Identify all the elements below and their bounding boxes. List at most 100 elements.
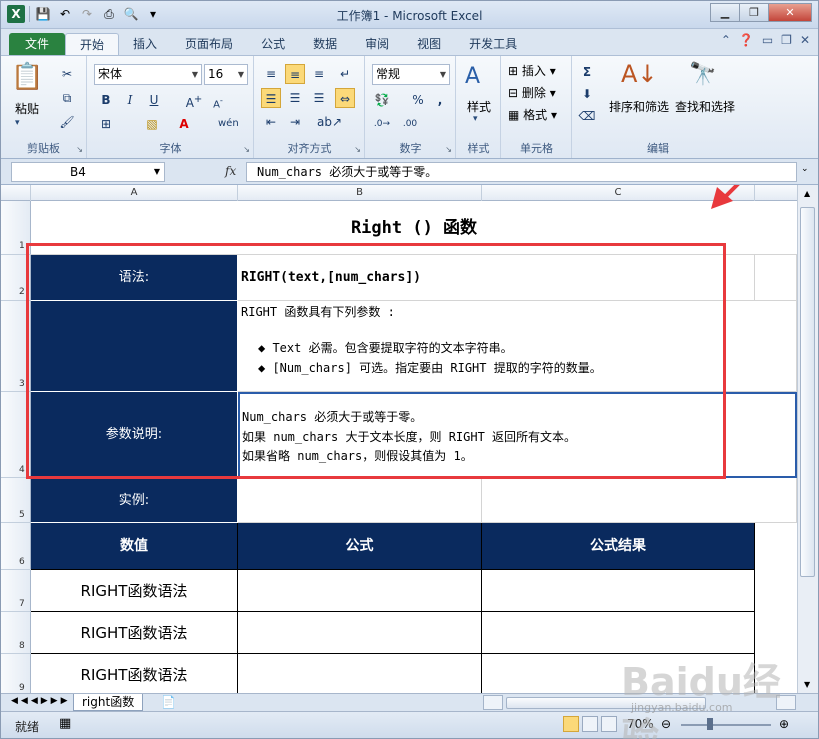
table-row-formula[interactable] bbox=[238, 612, 482, 654]
percent-style-icon[interactable]: % bbox=[408, 90, 428, 110]
format-painter-icon[interactable]: 🖌 bbox=[57, 112, 77, 132]
find-select-button[interactable]: 查找和选择 bbox=[673, 98, 737, 115]
orientation-icon[interactable]: ab↗ bbox=[317, 112, 342, 132]
cut-icon[interactable]: ✂ bbox=[57, 64, 77, 84]
clipboard-launcher-icon[interactable]: ↘ bbox=[76, 145, 83, 154]
row-header-7[interactable]: 7 bbox=[1, 570, 31, 612]
paste-label[interactable]: 粘贴 bbox=[9, 100, 45, 117]
increase-indent-icon[interactable]: ⇥ bbox=[285, 112, 305, 132]
borders-icon[interactable]: ⊞ bbox=[96, 114, 116, 134]
align-top-icon[interactable]: ≡ bbox=[261, 64, 281, 84]
column-header-a[interactable]: A bbox=[31, 185, 238, 201]
tab-page-layout[interactable]: 页面布局 bbox=[171, 33, 247, 55]
workbook-minimize-icon[interactable]: ▭ bbox=[762, 33, 773, 47]
comma-style-icon[interactable]: , bbox=[430, 90, 450, 110]
table-row-result[interactable] bbox=[482, 570, 755, 612]
close-button[interactable]: ✕ bbox=[768, 3, 812, 22]
grow-font-icon[interactable]: A+ bbox=[184, 90, 204, 110]
sheet-tab[interactable]: right函数 bbox=[73, 694, 144, 711]
tab-view[interactable]: 视图 bbox=[403, 33, 455, 55]
font-name-combo[interactable]: 宋体 ▼ bbox=[94, 64, 202, 85]
normal-view-icon[interactable] bbox=[563, 716, 579, 732]
table-row-value[interactable]: RIGHT函数语法 bbox=[31, 570, 238, 612]
tab-developer[interactable]: 开发工具 bbox=[455, 33, 531, 55]
alignment-launcher-icon[interactable]: ↘ bbox=[354, 145, 361, 154]
clear-icon[interactable]: ⌫ bbox=[577, 106, 597, 126]
tab-formulas[interactable]: 公式 bbox=[247, 33, 299, 55]
format-cells-button[interactable]: ▦ 格式 ▾ bbox=[508, 106, 557, 123]
row-header-9[interactable]: 9 bbox=[1, 654, 31, 693]
insert-function-icon[interactable]: fx bbox=[225, 164, 236, 178]
expand-formula-icon[interactable]: ⌄ bbox=[801, 164, 809, 174]
increase-decimal-icon[interactable]: .0→ bbox=[372, 114, 392, 134]
table-header-value[interactable]: 数值 bbox=[31, 523, 238, 570]
sheet-nav-icons[interactable]: ◀◀◀▶▶▶ bbox=[11, 696, 71, 706]
fill-icon[interactable]: ⬇ bbox=[577, 84, 597, 104]
workbook-close-icon[interactable]: ✕ bbox=[800, 33, 810, 47]
table-row-formula[interactable] bbox=[238, 654, 482, 693]
select-all-corner[interactable] bbox=[1, 185, 31, 201]
row-header-5[interactable]: 5 bbox=[1, 478, 31, 523]
paste-icon[interactable]: 📋 bbox=[11, 62, 43, 92]
tab-insert[interactable]: 插入 bbox=[119, 33, 171, 55]
column-header-b[interactable]: B bbox=[238, 185, 482, 201]
tab-review[interactable]: 审阅 bbox=[351, 33, 403, 55]
number-format-combo[interactable]: 常规 ▼ bbox=[372, 64, 450, 85]
accounting-format-icon[interactable]: 💱 bbox=[372, 90, 392, 110]
table-row-value[interactable]: RIGHT函数语法 bbox=[31, 654, 238, 693]
table-row-result[interactable] bbox=[482, 612, 755, 654]
empty-cell[interactable] bbox=[482, 478, 797, 523]
help-icon[interactable]: ❓ bbox=[739, 33, 754, 47]
align-bottom-icon[interactable]: ≡ bbox=[309, 64, 329, 84]
name-box[interactable]: B4 ▼ bbox=[11, 162, 165, 182]
align-left-icon[interactable]: ☰ bbox=[261, 88, 281, 108]
page-layout-view-icon[interactable] bbox=[582, 716, 598, 732]
align-center-icon[interactable]: ☰ bbox=[285, 88, 305, 108]
maximize-button[interactable]: ❐ bbox=[739, 3, 769, 22]
delete-cells-button[interactable]: ⊟ 删除 ▾ bbox=[508, 84, 556, 101]
italic-button[interactable]: I bbox=[120, 90, 140, 110]
vertical-scroll-thumb[interactable] bbox=[800, 207, 815, 577]
merge-center-icon[interactable]: ⇔ bbox=[335, 88, 355, 108]
font-size-combo[interactable]: 16 ▼ bbox=[204, 64, 248, 85]
table-header-result[interactable]: 公式结果 bbox=[482, 523, 755, 570]
sort-filter-button[interactable]: 排序和筛选 bbox=[607, 98, 671, 115]
autosum-icon[interactable]: Σ bbox=[577, 62, 597, 82]
underline-button[interactable]: U bbox=[144, 90, 164, 110]
align-middle-icon[interactable]: ≡ bbox=[285, 64, 305, 84]
insert-sheet-icon[interactable]: 📄 bbox=[161, 695, 176, 709]
decrease-decimal-icon[interactable]: .00 bbox=[400, 114, 420, 134]
tab-home[interactable]: 开始 bbox=[65, 33, 120, 55]
tab-file[interactable]: 文件 bbox=[9, 33, 66, 55]
scroll-left-button[interactable] bbox=[483, 695, 503, 710]
vertical-scrollbar[interactable]: ▲ ▼ bbox=[797, 185, 818, 693]
styles-button[interactable]: 样式 bbox=[461, 98, 497, 115]
workbook-restore-icon[interactable]: ❐ bbox=[781, 33, 792, 47]
find-select-icon[interactable]: 🔭 bbox=[689, 62, 716, 87]
wrap-text-icon[interactable]: ↵ bbox=[335, 64, 355, 84]
paste-dropdown-icon[interactable]: ▾ bbox=[15, 118, 20, 128]
shrink-font-icon[interactable]: A- bbox=[208, 90, 228, 110]
minimize-button[interactable]: ▁ bbox=[710, 3, 740, 22]
empty-cell[interactable] bbox=[755, 255, 797, 301]
font-launcher-icon[interactable]: ↘ bbox=[243, 145, 250, 154]
insert-cells-button[interactable]: ⊞ 插入 ▾ bbox=[508, 62, 556, 79]
row-header-6[interactable]: 6 bbox=[1, 523, 31, 570]
table-header-formula[interactable]: 公式 bbox=[238, 523, 482, 570]
fill-color-icon[interactable]: ▧ bbox=[142, 114, 162, 134]
bold-button[interactable]: B bbox=[96, 90, 116, 110]
align-right-icon[interactable]: ☰ bbox=[309, 88, 329, 108]
macro-record-icon[interactable]: ▦ bbox=[59, 716, 71, 731]
formula-input[interactable]: Num_chars 必须大于或等于零。 bbox=[246, 162, 797, 182]
collapse-ribbon-icon[interactable]: ⌃ bbox=[721, 33, 731, 47]
example-label-cell[interactable]: 实例: bbox=[31, 478, 238, 523]
decrease-indent-icon[interactable]: ⇤ bbox=[261, 112, 281, 132]
scroll-up-icon[interactable]: ▲ bbox=[804, 189, 810, 198]
font-color-icon[interactable]: A bbox=[174, 114, 194, 134]
empty-cell[interactable] bbox=[238, 478, 482, 523]
table-row-value[interactable]: RIGHT函数语法 bbox=[31, 612, 238, 654]
number-launcher-icon[interactable]: ↘ bbox=[445, 145, 452, 154]
row-header-8[interactable]: 8 bbox=[1, 612, 31, 654]
phonetic-icon[interactable]: wén bbox=[218, 114, 239, 134]
styles-icon[interactable]: A bbox=[465, 64, 480, 89]
